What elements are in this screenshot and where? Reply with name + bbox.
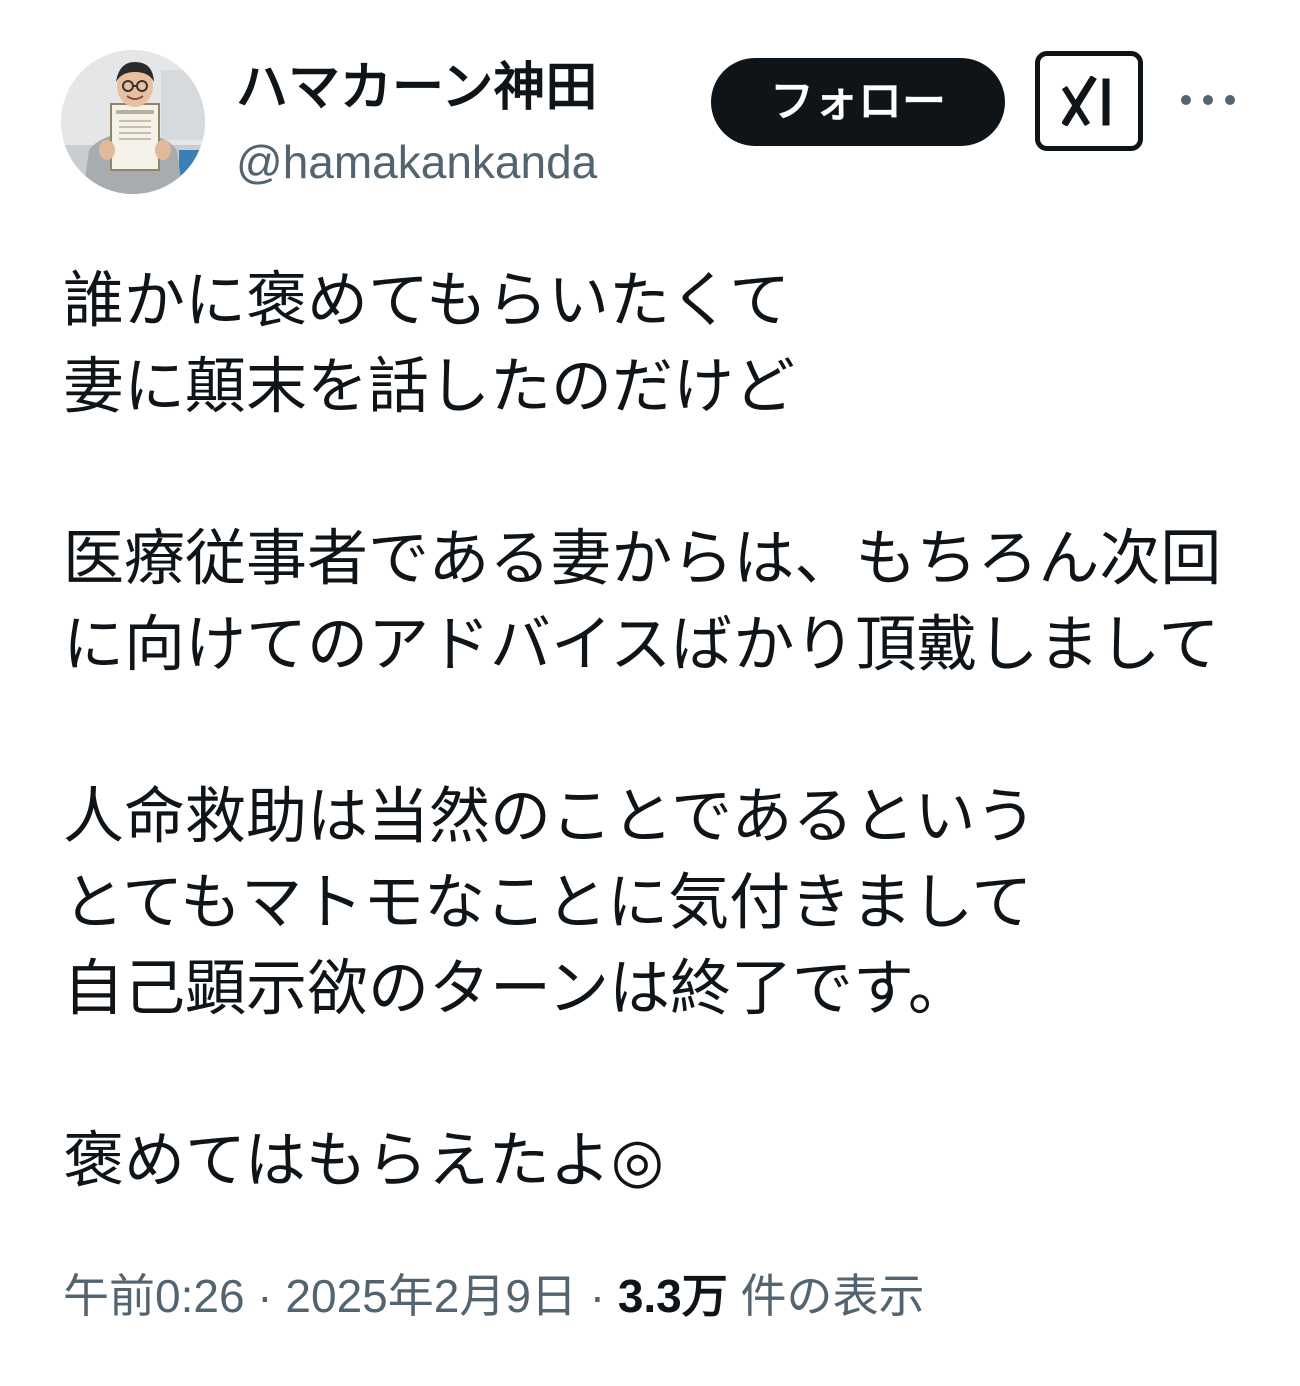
tweet-line: 誰かに褒めてもらいたくて	[63, 265, 791, 336]
more-horizontal-icon	[1181, 95, 1235, 105]
more-button[interactable]	[1176, 82, 1240, 118]
tweet-line: とてもマトモなことに気付きまして	[63, 867, 1033, 938]
meta-separator: ·	[244, 1270, 286, 1322]
grok-button[interactable]	[1035, 51, 1143, 151]
views-label: 件の表示	[727, 1270, 925, 1322]
tweet-line: 人命救助は当然のことであるという	[63, 781, 1037, 852]
post-date[interactable]: 2025年2月9日	[285, 1270, 577, 1322]
tweet-text: 誰かに褒めてもらいたくて 妻に顛末を話したのだけど 医療従事者である妻からは、も…	[63, 258, 1263, 1204]
grok-icon	[1062, 76, 1110, 126]
tweet-line: 妻に顛末を話したのだけど	[63, 351, 796, 422]
tweet-meta: 午前0:26 · 2025年2月9日 · 3.3万 件の表示	[63, 1264, 925, 1328]
tweet-line: 自己顕示欲のターンは終了です。	[63, 953, 969, 1024]
views-count[interactable]: 3.3万	[618, 1270, 728, 1322]
tweet-line: 褒めてはもらえたよ◎	[63, 1125, 665, 1196]
author-block: ハマカーン神田 @hamakankanda	[236, 56, 597, 190]
follow-button[interactable]: フォロー	[711, 58, 1005, 146]
post-time[interactable]: 午前0:26	[63, 1270, 245, 1322]
meta-separator: ·	[576, 1270, 618, 1322]
avatar[interactable]	[61, 50, 205, 194]
tweet-line: 医療従事者である妻からは、もちろん次回	[63, 523, 1222, 594]
tweet-line: に向けてのアドバイスばかり頂戴しまして	[63, 609, 1220, 680]
avatar-photo	[61, 50, 205, 194]
tweet-card: ハマカーン神田 @hamakankanda フォロー 誰かに褒めてもらいたくて …	[0, 0, 1300, 1386]
handle[interactable]: @hamakankanda	[236, 134, 597, 190]
display-name[interactable]: ハマカーン神田	[236, 56, 597, 120]
